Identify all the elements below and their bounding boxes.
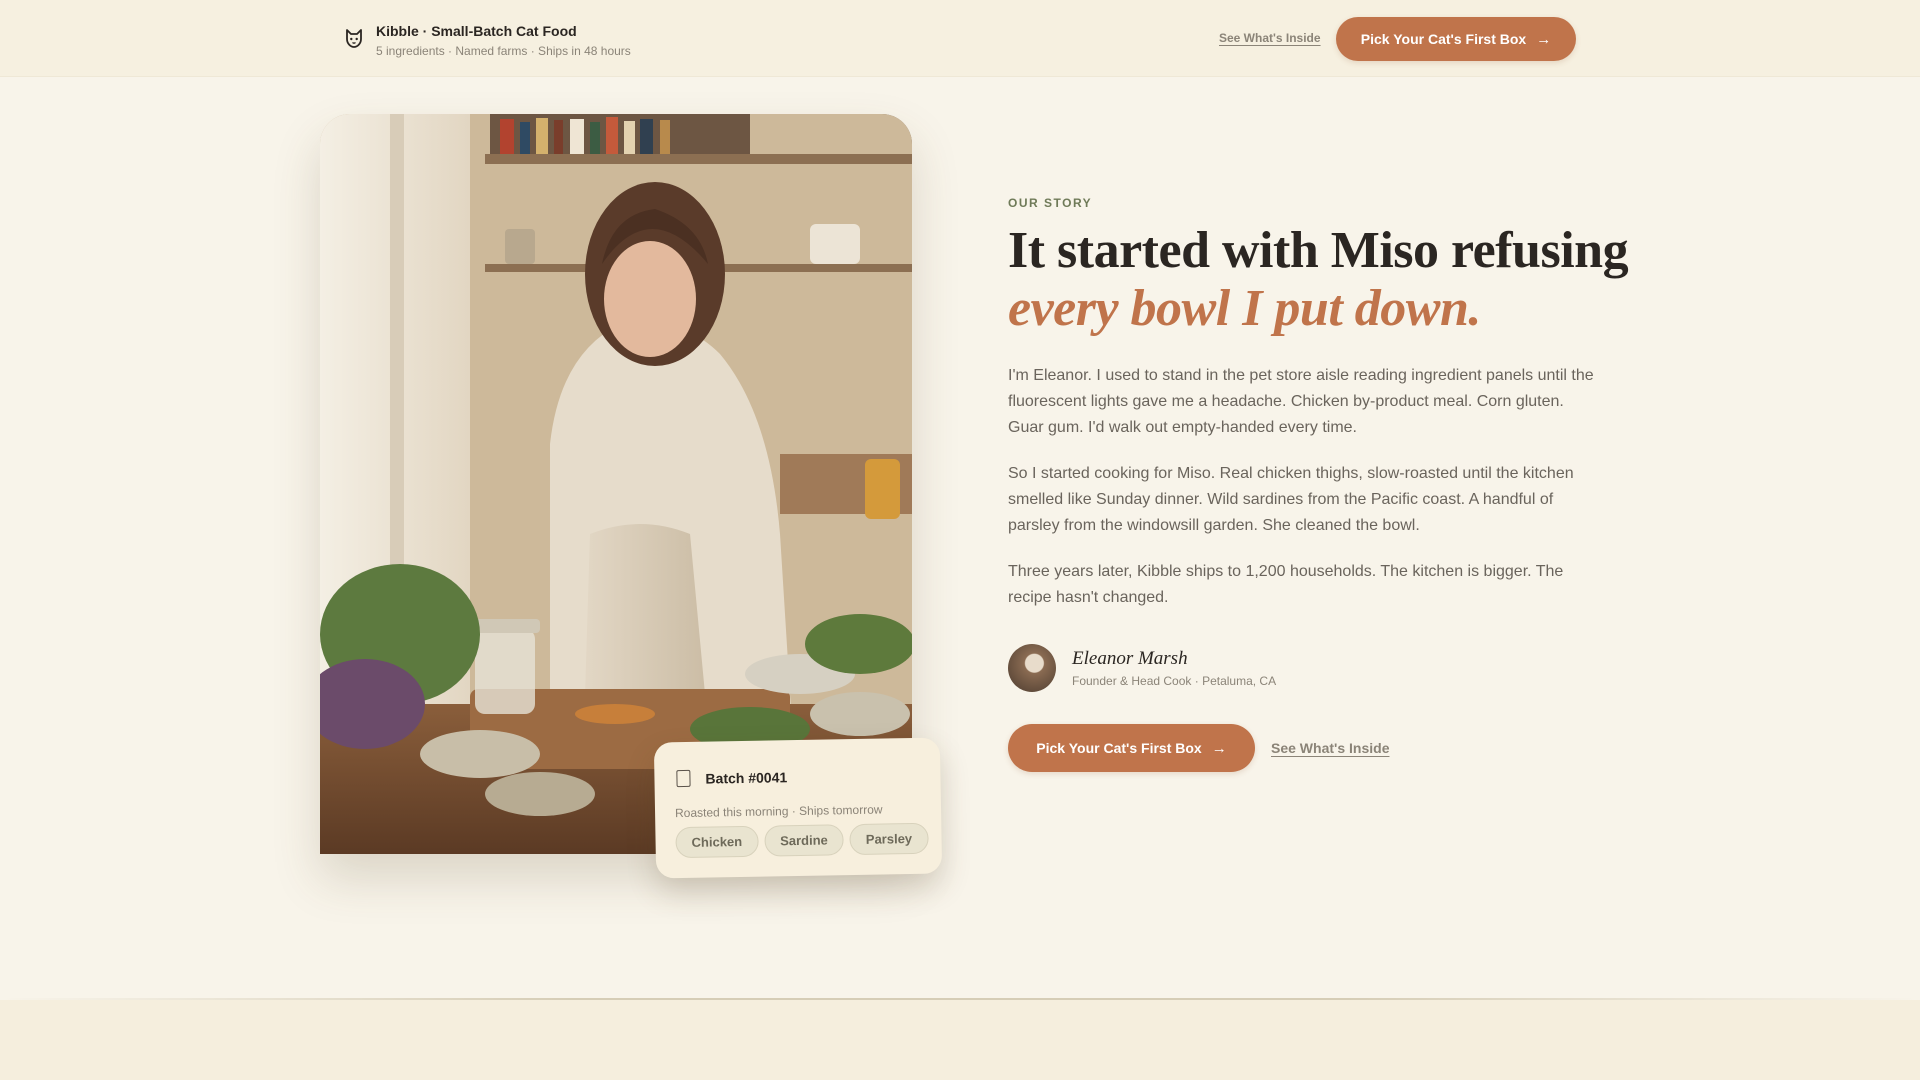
next-section [0,1000,1920,1080]
batch-title: Batch #0041 [705,768,788,787]
story-paragraph-1: I'm Eleanor. I used to stand in the pet … [1008,367,1594,436]
headline-line-2: every bowl I put down. [1008,280,1481,337]
hero-cta-label: Pick Your Cat's First Box [1036,740,1202,756]
story-headline: It started with Miso refusing every bowl… [1008,222,1648,338]
pick-first-box-button[interactable]: Pick Your Cat's First Box → [1008,724,1255,772]
arrow-right-icon: → [1211,739,1227,757]
brand-title: Kibble · Small-Batch Cat Food [376,23,577,39]
cat-face-icon [346,29,362,48]
batch-subtitle: Roasted this morning · Ships tomorrow [674,802,883,821]
nav-pick-first-box-button[interactable]: Pick Your Cat's First Box → [1336,17,1576,61]
nav-cta-label: Pick Your Cat's First Box [1360,31,1527,47]
batch-card: Batch #0041 Roasted this morning · Ships… [653,737,943,879]
ingredient-chip-parsley: Parsley [849,822,929,856]
jar-icon [676,769,691,788]
ingredient-chips: Chicken Sardine Parsley [675,822,929,859]
headline-line-1: It started with Miso refusing [1008,222,1629,279]
arrow-right-icon: → [1536,30,1552,48]
top-nav: Kibble · Small-Batch Cat Food 5 ingredie… [0,0,1920,77]
author-signature: Eleanor Marsh Founder & Head Cook · Peta… [1008,644,1276,692]
ingredient-chip-chicken: Chicken [675,825,759,859]
author-role: Founder & Head Cook · Petaluma, CA [1072,674,1277,688]
brand-tagline: 5 ingredients · Named farms · Ships in 4… [376,44,631,58]
brand[interactable]: Kibble · Small-Batch Cat Food 5 ingredie… [343,22,631,59]
author-name: Eleanor Marsh [1072,648,1188,669]
story-paragraph-3: Three years later, Kibble ships to 1,200… [1008,563,1564,606]
nav-see-whats-inside-link[interactable]: See What's Inside [1219,31,1321,45]
avatar [1008,644,1056,692]
story-paragraph-2: So I started cooking for Miso. Real chic… [1008,465,1574,534]
section-eyebrow: OUR STORY [1008,196,1093,210]
ingredient-chip-sardine: Sardine [763,824,845,857]
see-whats-inside-link[interactable]: See What's Inside [1271,740,1389,756]
